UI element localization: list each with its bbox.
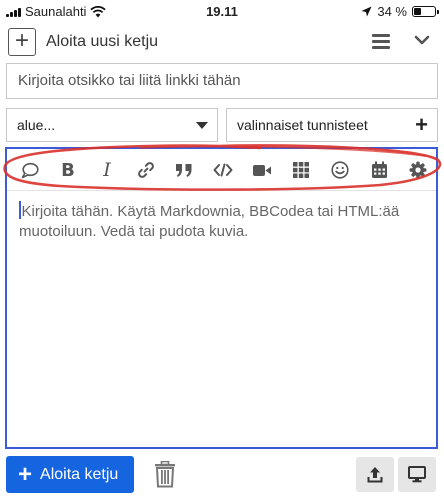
- text-cursor: [19, 201, 21, 219]
- blockquote-icon[interactable]: [173, 159, 195, 181]
- composer-title: Aloita uusi ketju: [46, 33, 159, 50]
- preview-toggle-button[interactable]: [398, 457, 436, 492]
- emoji-icon[interactable]: [329, 159, 351, 181]
- plus-icon: +: [18, 460, 33, 488]
- new-topic-plus-icon: +: [8, 28, 36, 56]
- tags-placeholder: valinnaiset tunnisteet: [237, 117, 368, 133]
- composer-header: + Aloita uusi ketju: [0, 27, 444, 57]
- trash-icon[interactable]: [154, 461, 176, 488]
- menu-icon[interactable]: [372, 34, 390, 49]
- upload-icon: [367, 466, 383, 482]
- chevron-down-icon[interactable]: [413, 33, 431, 47]
- category-value: alue...: [17, 117, 56, 133]
- topic-title-placeholder: Kirjoita otsikko tai liitä linkki tähän: [18, 72, 241, 89]
- code-icon[interactable]: [212, 159, 234, 181]
- create-topic-label: Aloita ketju: [40, 465, 119, 483]
- location-arrow-icon: [361, 6, 372, 17]
- create-topic-button[interactable]: + Aloita ketju: [6, 456, 134, 493]
- italic-icon[interactable]: I: [96, 159, 118, 181]
- upload-button[interactable]: [356, 457, 394, 492]
- video-icon[interactable]: [251, 159, 273, 181]
- editor-placeholder: Kirjoita tähän. Käytä Markdownia, BBCode…: [19, 203, 400, 240]
- gear-icon[interactable]: [407, 159, 429, 181]
- battery-icon: [412, 6, 439, 17]
- caret-down-icon: [196, 122, 208, 129]
- desktop-icon: [408, 466, 426, 483]
- status-right: 34 %: [361, 4, 439, 19]
- bold-icon[interactable]: B: [57, 159, 79, 181]
- quote-bubble-icon[interactable]: [19, 159, 41, 181]
- tags-input[interactable]: valinnaiset tunnisteet +: [226, 108, 438, 142]
- editor-textarea[interactable]: Kirjoita tähän. Käytä Markdownia, BBCode…: [19, 201, 424, 242]
- battery-percent: 34 %: [377, 4, 407, 19]
- status-bar: Saunalahti 19.11 34 %: [0, 0, 444, 24]
- calendar-icon[interactable]: [368, 159, 390, 181]
- post-editor[interactable]: B I Kirjoita tähän. Käytä Markdownia, BB…: [5, 147, 438, 449]
- topic-title-input[interactable]: Kirjoita otsikko tai liitä linkki tähän: [6, 63, 438, 99]
- category-select[interactable]: alue...: [6, 108, 218, 142]
- add-tag-plus-icon[interactable]: +: [415, 109, 428, 141]
- grid-icon[interactable]: [290, 159, 312, 181]
- link-icon[interactable]: [135, 159, 157, 181]
- editor-toolbar: B I: [7, 149, 436, 191]
